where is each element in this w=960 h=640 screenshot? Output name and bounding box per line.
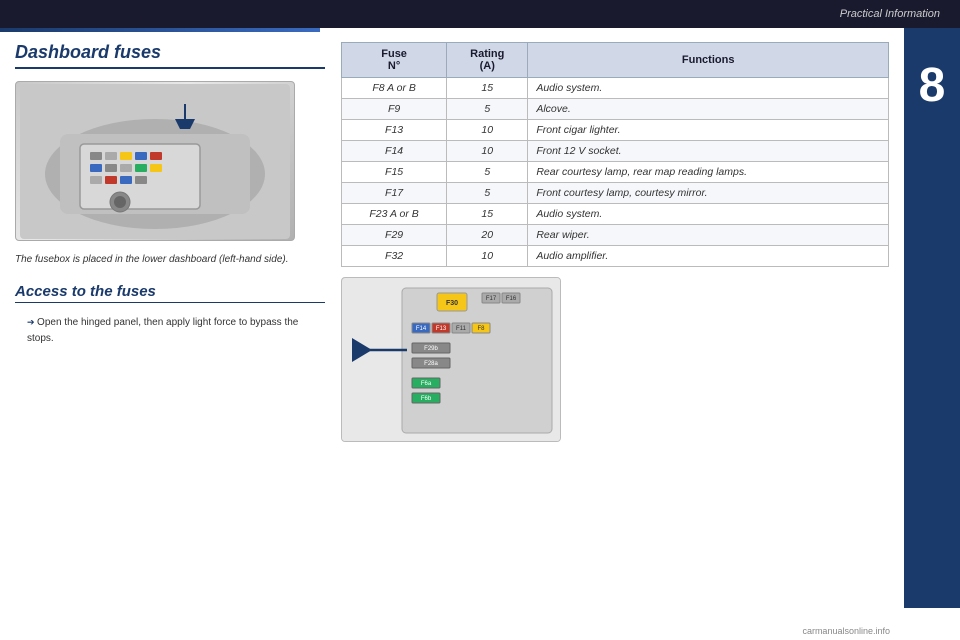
table-row: F9 5 Alcove. xyxy=(342,99,889,120)
fuse-function: Audio system. xyxy=(528,204,889,225)
fuse-rating: 15 xyxy=(447,78,528,99)
fuse-rating: 15 xyxy=(447,204,528,225)
svg-text:F13: F13 xyxy=(436,326,447,332)
fuse-number: F29 xyxy=(342,225,447,246)
access-list: Open the hinged panel, then apply light … xyxy=(15,315,325,347)
top-bar: Practical Information xyxy=(0,0,960,28)
fuse-rating: 5 xyxy=(447,162,528,183)
dashboard-svg xyxy=(20,84,290,239)
section-number: 8 xyxy=(919,58,946,113)
svg-text:F17: F17 xyxy=(486,296,497,302)
fuse-rating: 10 xyxy=(447,246,528,267)
table-row: F14 10 Front 12 V socket. xyxy=(342,141,889,162)
svg-text:F14: F14 xyxy=(416,326,427,332)
svg-text:F6b: F6b xyxy=(421,396,432,402)
access-title: Access to the fuses xyxy=(15,283,325,303)
fuse-number: F32 xyxy=(342,246,447,267)
fuse-function: Rear wiper. xyxy=(528,225,889,246)
fuse-function: Audio amplifier. xyxy=(528,246,889,267)
fuse-rating: 10 xyxy=(447,120,528,141)
fuse-number: F23 A or B xyxy=(342,204,447,225)
fuse-number: F8 A or B xyxy=(342,78,447,99)
fuse-function: Front cigar lighter. xyxy=(528,120,889,141)
fuse-number: F9 xyxy=(342,99,447,120)
fuse-number: F15 xyxy=(342,162,447,183)
col-header-fuse: FuseN° xyxy=(342,43,447,78)
fuse-function: Audio system. xyxy=(528,78,889,99)
fuse-rating: 10 xyxy=(447,141,528,162)
dashboard-image xyxy=(15,81,295,241)
fuse-rating: 20 xyxy=(447,225,528,246)
svg-text:F6a: F6a xyxy=(421,381,432,387)
fuse-function: Alcove. xyxy=(528,99,889,120)
table-row: F8 A or B 15 Audio system. xyxy=(342,78,889,99)
table-row: F17 5 Front courtesy lamp, courtesy mirr… xyxy=(342,183,889,204)
right-column: FuseN° Rating(A) Functions F8 A or B 15 … xyxy=(341,42,889,630)
fuse-rating: 5 xyxy=(447,99,528,120)
fuse-table: FuseN° Rating(A) Functions F8 A or B 15 … xyxy=(341,42,889,267)
page-title: Practical Information xyxy=(840,8,940,20)
fuse-number: F14 xyxy=(342,141,447,162)
svg-text:F11: F11 xyxy=(456,326,467,332)
section-badge: 8 xyxy=(904,28,960,608)
table-row: F32 10 Audio amplifier. xyxy=(342,246,889,267)
fuse-diagram: F30 F17 F16 F14 F13 F11 F8 F29b F28a xyxy=(341,277,561,442)
svg-text:F30: F30 xyxy=(446,300,458,307)
table-row: F23 A or B 15 Audio system. xyxy=(342,204,889,225)
main-content: Dashboard fuses xyxy=(0,32,904,640)
svg-text:F16: F16 xyxy=(506,296,517,302)
image-caption: The fusebox is placed in the lower dashb… xyxy=(15,253,325,267)
table-row: F15 5 Rear courtesy lamp, rear map readi… xyxy=(342,162,889,183)
col-header-functions: Functions xyxy=(528,43,889,78)
svg-text:F8: F8 xyxy=(477,326,485,332)
svg-text:F29b: F29b xyxy=(424,346,438,352)
fuse-function: Front 12 V socket. xyxy=(528,141,889,162)
fuse-number: F13 xyxy=(342,120,447,141)
table-row: F13 10 Front cigar lighter. xyxy=(342,120,889,141)
fuse-function: Front courtesy lamp, courtesy mirror. xyxy=(528,183,889,204)
watermark: carmanualsonline.info xyxy=(802,626,890,636)
svg-text:F28a: F28a xyxy=(424,361,438,367)
fuse-rating: 5 xyxy=(447,183,528,204)
access-step-1: Open the hinged panel, then apply light … xyxy=(27,315,325,347)
section-title: Dashboard fuses xyxy=(15,42,325,69)
fuse-number: F17 xyxy=(342,183,447,204)
col-header-rating: Rating(A) xyxy=(447,43,528,78)
fuse-diagram-svg: F30 F17 F16 F14 F13 F11 F8 F29b F28a xyxy=(342,278,561,442)
left-column: Dashboard fuses xyxy=(15,42,325,630)
table-row: F29 20 Rear wiper. xyxy=(342,225,889,246)
fuse-function: Rear courtesy lamp, rear map reading lam… xyxy=(528,162,889,183)
